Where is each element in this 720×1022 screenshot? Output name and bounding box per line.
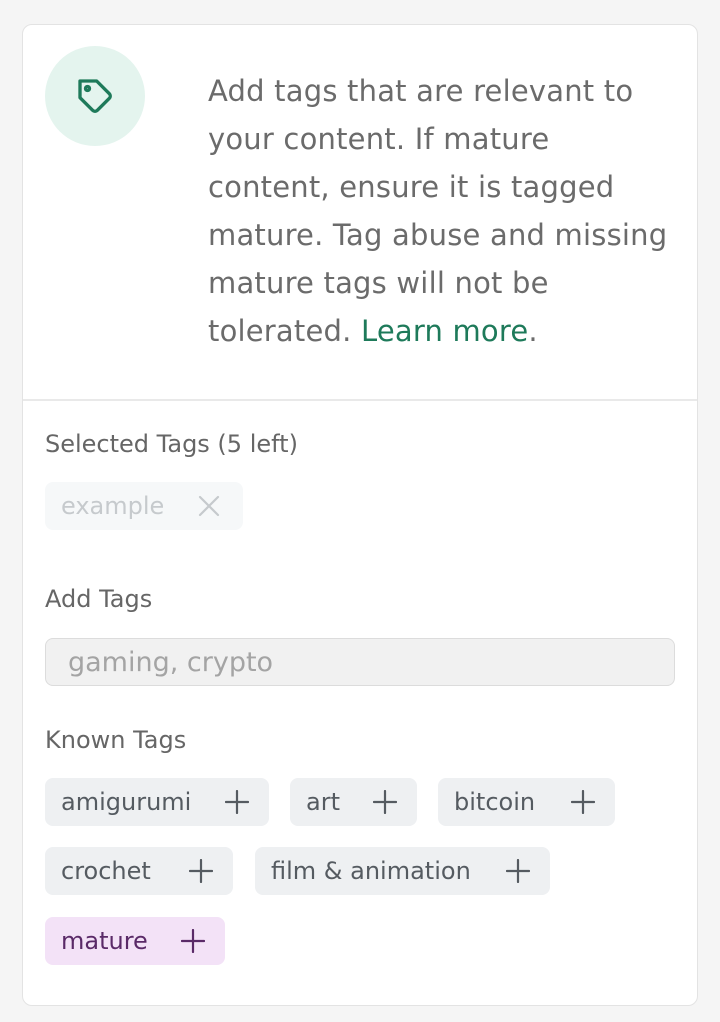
known-tag-film-animation[interactable]: film & animation bbox=[255, 847, 550, 895]
plus-icon bbox=[373, 790, 397, 814]
tags-info-body: Add tags that are relevant to your conte… bbox=[208, 74, 668, 348]
selected-tags-heading: Selected Tags (5 left) bbox=[45, 430, 298, 458]
known-tag-label: amigurumi bbox=[61, 788, 192, 816]
tags-info-section: Add tags that are relevant to your conte… bbox=[23, 25, 697, 401]
add-tags-input[interactable] bbox=[45, 638, 675, 686]
tag-icon-circle bbox=[45, 46, 145, 146]
plus-icon bbox=[189, 859, 213, 883]
known-tag-label: film & animation bbox=[271, 857, 471, 885]
close-icon[interactable] bbox=[197, 494, 221, 518]
known-tags-heading: Known Tags bbox=[45, 726, 187, 754]
known-tag-label: art bbox=[306, 788, 340, 816]
known-tag-label: bitcoin bbox=[454, 788, 536, 816]
plus-icon bbox=[571, 790, 595, 814]
known-tag-label: mature bbox=[61, 927, 148, 955]
tags-info-text: Add tags that are relevant to your conte… bbox=[208, 67, 668, 355]
plus-icon bbox=[506, 859, 530, 883]
learn-more-link[interactable]: Learn more bbox=[361, 314, 528, 348]
plus-icon bbox=[225, 790, 249, 814]
plus-icon bbox=[181, 929, 205, 953]
selected-tag-chip: example bbox=[45, 482, 243, 530]
info-text-suffix: . bbox=[528, 314, 538, 348]
known-tag-amigurumi[interactable]: amigurumi bbox=[45, 778, 269, 826]
known-tag-bitcoin[interactable]: bitcoin bbox=[438, 778, 615, 826]
known-tag-mature[interactable]: mature bbox=[45, 917, 225, 965]
known-tag-art[interactable]: art bbox=[290, 778, 417, 826]
tag-icon bbox=[78, 79, 112, 113]
add-tags-heading: Add Tags bbox=[45, 585, 153, 613]
known-tag-label: crochet bbox=[61, 857, 151, 885]
tags-card: Add tags that are relevant to your conte… bbox=[22, 24, 698, 1006]
selected-tag-label: example bbox=[61, 492, 165, 520]
known-tag-crochet[interactable]: crochet bbox=[45, 847, 233, 895]
